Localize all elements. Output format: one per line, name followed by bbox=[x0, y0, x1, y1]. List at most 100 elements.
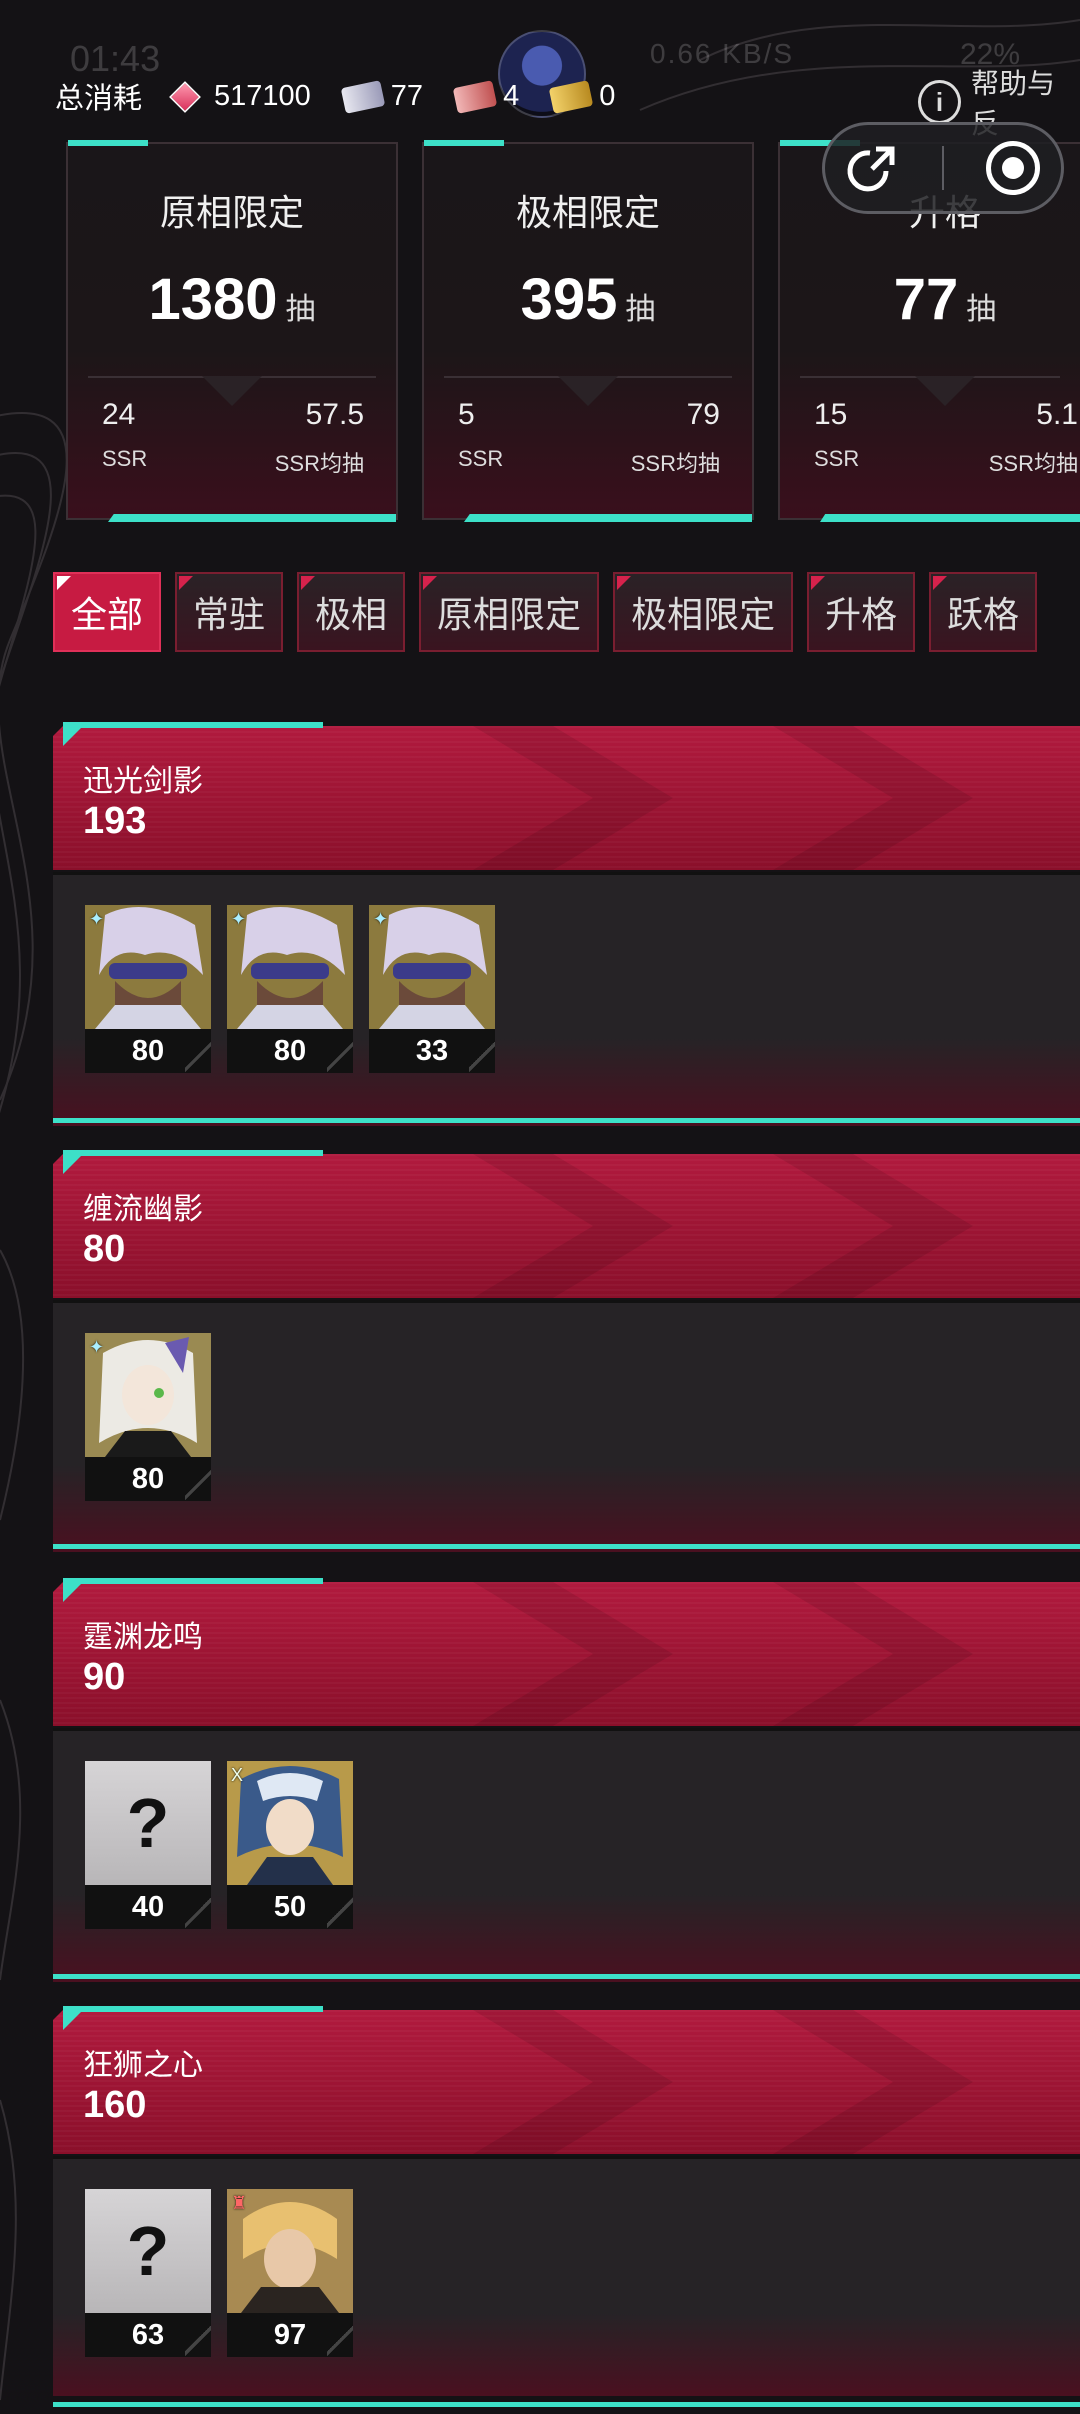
banner-name: 迅光剑影 bbox=[83, 765, 203, 798]
tab-leap[interactable]: 跃格 bbox=[929, 572, 1038, 652]
pull-count: 50 bbox=[227, 1885, 353, 1929]
pull-record[interactable]: ✦ 80 bbox=[85, 1333, 211, 1501]
chevron-pattern bbox=[473, 1154, 673, 1298]
ssr-label: SSR bbox=[102, 446, 148, 471]
red-ticket-count: 4 bbox=[503, 79, 520, 112]
banner-top-accent bbox=[63, 2006, 323, 2012]
banner-corner-accent bbox=[63, 726, 83, 746]
floating-action-capsule bbox=[822, 122, 1064, 214]
element-badge-icon: ♜ bbox=[231, 2193, 248, 2213]
tab-extreme-limited[interactable]: 极相限定 bbox=[613, 572, 794, 652]
red-ticket-icon bbox=[452, 80, 498, 114]
chevron-pattern bbox=[773, 2010, 973, 2154]
pull-record[interactable]: ♜ 97 bbox=[227, 2189, 353, 2357]
pull-record[interactable]: ? 40 bbox=[85, 1761, 211, 1929]
gold-ticket-count: 0 bbox=[599, 79, 616, 112]
pull-count: 97 bbox=[227, 2313, 353, 2357]
banner-bottom-accent bbox=[53, 1118, 1080, 1123]
ssr-average-label: SSR均抽 bbox=[988, 451, 1078, 476]
pull-record[interactable]: ✦ 80 bbox=[227, 905, 353, 1073]
ssr-average-label: SSR均抽 bbox=[274, 451, 364, 476]
card-title: 原相限定 bbox=[159, 192, 304, 233]
banner-header[interactable]: 缠流幽影 80 bbox=[53, 1154, 1080, 1298]
character-portrait bbox=[227, 1761, 353, 1885]
banner-pull-list: ✦ 80 ✦ 80 ✦ 33 bbox=[53, 872, 1080, 1126]
banner-top-accent bbox=[63, 1578, 323, 1584]
gold-ticket-icon bbox=[548, 80, 594, 114]
pull-count-number: 395 bbox=[520, 267, 618, 332]
pull-count-number: 77 bbox=[893, 267, 959, 332]
pull-unit: 抽 bbox=[966, 293, 997, 326]
ssr-average-label: SSR均抽 bbox=[630, 451, 720, 476]
stat-card-extreme-limited: 极相限定 395 抽 5 SSR 79 SSR均抽 bbox=[422, 140, 754, 520]
card-pull-count: 395 抽 bbox=[424, 266, 752, 333]
unknown-portrait: ? bbox=[85, 2189, 211, 2313]
banner-bottom-accent bbox=[53, 1544, 1080, 1549]
gem-count: 517100 bbox=[214, 79, 311, 112]
pull-count: 40 bbox=[85, 1885, 211, 1929]
banner-pull-list: ? 63 ♜ 97 bbox=[53, 2156, 1080, 2396]
ssr-count: 5 bbox=[458, 398, 475, 431]
divider-notch bbox=[558, 376, 618, 406]
banner-filter-tabs: 全部 常驻 极相 原相限定 极相限定 升格 跃格 bbox=[53, 572, 1038, 652]
element-badge-icon: X bbox=[231, 1765, 244, 1785]
tab-extreme[interactable]: 极相 bbox=[297, 572, 406, 652]
ssr-average: 79 bbox=[686, 398, 720, 431]
tab-all[interactable]: 全部 bbox=[53, 572, 162, 652]
tab-standard[interactable]: 常驻 bbox=[175, 572, 284, 652]
element-badge-icon: ✦ bbox=[373, 909, 389, 929]
pull-count: 80 bbox=[85, 1029, 211, 1073]
banner-name: 狂狮之心 bbox=[83, 2049, 203, 2082]
chevron-pattern bbox=[473, 1582, 673, 1726]
currency-summary-bar: 总消耗 517100 77 4 0 bbox=[55, 70, 637, 122]
chevron-pattern bbox=[473, 726, 673, 870]
chevron-pattern bbox=[473, 2010, 673, 2154]
record-target-icon[interactable] bbox=[986, 141, 1040, 195]
pull-unit: 抽 bbox=[625, 293, 656, 326]
pull-count: 63 bbox=[85, 2313, 211, 2357]
pull-count: 80 bbox=[227, 1029, 353, 1073]
ssr-average: 57.5 bbox=[305, 398, 364, 431]
ssr-label: SSR bbox=[814, 446, 860, 471]
capsule-separator bbox=[942, 146, 944, 190]
pull-record[interactable]: X 50 bbox=[227, 1761, 353, 1929]
banner-total-pulls: 160 bbox=[83, 2084, 147, 2126]
tab-ascension[interactable]: 升格 bbox=[807, 572, 916, 652]
ssr-count: 24 bbox=[102, 398, 136, 431]
status-network-speed: 0.66 KB/S bbox=[650, 38, 795, 69]
banner-header[interactable]: 霆渊龙鸣 90 bbox=[53, 1582, 1080, 1726]
banner-bottom-accent bbox=[53, 1974, 1080, 1979]
pull-record[interactable]: ✦ 33 bbox=[369, 905, 495, 1073]
share-icon[interactable] bbox=[846, 141, 900, 195]
stat-card-standard-limited: 原相限定 1380 抽 24 SSR 57.5 SSR均抽 bbox=[66, 140, 398, 520]
tab-standard-limited[interactable]: 原相限定 bbox=[419, 572, 600, 652]
chevron-pattern bbox=[773, 1582, 973, 1726]
divider-notch bbox=[915, 376, 975, 406]
silver-ticket-count: 77 bbox=[390, 79, 424, 112]
diamond-gem-icon bbox=[166, 81, 204, 113]
banner-pull-list: ? 40 X 50 bbox=[53, 1728, 1080, 1982]
banner-total-pulls: 80 bbox=[83, 1228, 126, 1270]
pull-record[interactable]: ✦ 80 bbox=[85, 905, 211, 1073]
element-badge-icon: ✦ bbox=[89, 909, 105, 929]
info-icon: i bbox=[918, 80, 961, 124]
banner-bottom-accent bbox=[53, 2402, 1080, 2407]
pull-count: 80 bbox=[85, 1457, 211, 1501]
element-badge-icon: ✦ bbox=[89, 1337, 105, 1357]
pull-record[interactable]: ? 63 bbox=[85, 2189, 211, 2357]
card-title: 极相限定 bbox=[515, 192, 660, 233]
card-pull-count: 77 抽 bbox=[780, 266, 1080, 333]
ssr-label: SSR bbox=[458, 446, 504, 471]
banner-total-pulls: 90 bbox=[83, 1656, 126, 1698]
banner-corner-accent bbox=[63, 1582, 83, 1602]
banner-top-accent bbox=[63, 722, 323, 728]
pull-unit: 抽 bbox=[285, 293, 316, 326]
ssr-average: 5.1 bbox=[1036, 398, 1078, 431]
banner-corner-accent bbox=[63, 2010, 83, 2030]
banner-header[interactable]: 迅光剑影 193 bbox=[53, 726, 1080, 870]
chevron-pattern bbox=[773, 726, 973, 870]
banner-header[interactable]: 狂狮之心 160 bbox=[53, 2010, 1080, 2154]
silver-ticket-icon bbox=[340, 80, 386, 114]
banner-name: 霆渊龙鸣 bbox=[83, 1621, 203, 1654]
banner-top-accent bbox=[63, 1150, 323, 1156]
